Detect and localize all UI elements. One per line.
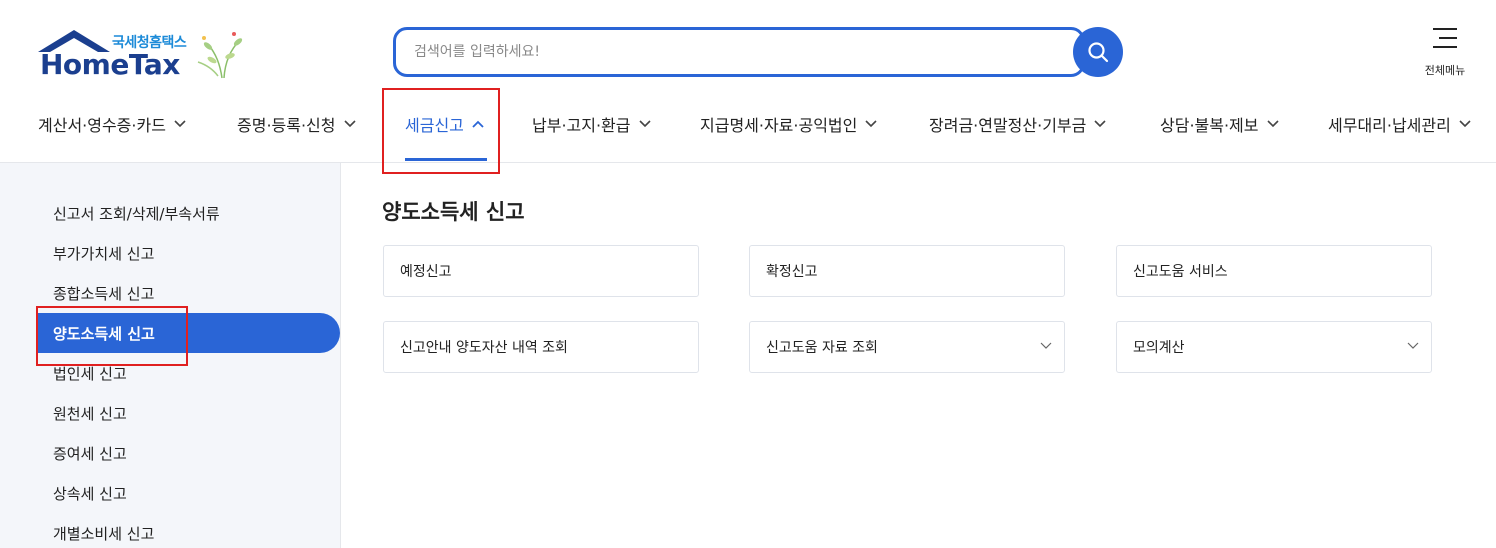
card-preliminary-filing[interactable]: 예정신고 <box>383 245 699 297</box>
sidebar-item-excise-tax[interactable]: 개별소비세 신고 <box>53 523 154 544</box>
chevron-down-icon <box>1040 342 1052 349</box>
chevron-down-icon <box>174 120 186 128</box>
nav-item-payment[interactable]: 납부·고지·환급 <box>532 112 651 136</box>
full-menu-button[interactable]: 전체메뉴 <box>1424 28 1466 80</box>
sidebar-item-income-tax[interactable]: 종합소득세 신고 <box>53 283 154 304</box>
search-box <box>393 27 1085 77</box>
plant-icon <box>197 32 243 79</box>
search-button[interactable] <box>1073 27 1123 77</box>
nav-item-consulting[interactable]: 상담·불복·제보 <box>1160 112 1279 136</box>
search-input[interactable] <box>414 30 1054 74</box>
sidebar-item-withholding-tax[interactable]: 원천세 신고 <box>53 403 127 424</box>
site-header: 국세청홈택스 HomeTax 전체메뉴 계산서·영수증·카드 <box>0 0 1496 163</box>
highlight-box-sidebar <box>36 306 188 366</box>
full-menu-label: 전체메뉴 <box>1424 64 1466 77</box>
search-icon <box>1088 42 1109 63</box>
card-help-data-inquiry[interactable]: 신고도움 자료 조회 <box>749 321 1065 373</box>
nav-item-tax-agent[interactable]: 세무대리·납세관리 <box>1328 112 1471 136</box>
nav-item-certificate[interactable]: 증명·등록·신청 <box>237 112 356 136</box>
nav-item-incentive[interactable]: 장려금·연말정산·기부금 <box>929 112 1106 136</box>
card-asset-inquiry[interactable]: 신고안내 양도자산 내역 조회 <box>383 321 699 373</box>
nav-item-statements[interactable]: 지급명세·자료·공익법인 <box>700 112 877 136</box>
hamburger-icon <box>1433 28 1457 55</box>
chevron-down-icon <box>1407 342 1419 349</box>
card-filing-help-service[interactable]: 신고도움 서비스 <box>1116 245 1432 297</box>
card-mock-calculation[interactable]: 모의계산 <box>1116 321 1432 373</box>
sidebar-item-gift-tax[interactable]: 증여세 신고 <box>53 443 127 464</box>
hometax-logo[interactable]: 국세청홈택스 HomeTax <box>36 26 256 86</box>
chevron-down-icon <box>865 120 877 128</box>
chevron-down-icon <box>1094 120 1106 128</box>
chevron-down-icon <box>343 120 356 128</box>
chevron-down-icon <box>638 120 651 128</box>
page-title: 양도소득세 신고 <box>382 200 525 224</box>
sidebar-item-inheritance-tax[interactable]: 상속세 신고 <box>53 483 127 504</box>
sidebar-item-vat[interactable]: 부가가치세 신고 <box>53 243 154 264</box>
chevron-down-icon <box>1266 120 1279 128</box>
sidebar-item-filing-inquiry[interactable]: 신고서 조회/삭제/부속서류 <box>53 203 220 224</box>
sidebar-item-corporate-tax[interactable]: 법인세 신고 <box>53 363 127 384</box>
nav-item-invoice[interactable]: 계산서·영수증·카드 <box>38 112 186 136</box>
card-final-filing[interactable]: 확정신고 <box>749 245 1065 297</box>
chevron-down-icon <box>1459 120 1471 128</box>
main-nav: 계산서·영수증·카드 증명·등록·신청 세금신고 납부·고지·환급 지급명세·자… <box>0 96 1496 162</box>
logo-title: HomeTax <box>40 48 180 81</box>
highlight-box-nav <box>382 88 500 174</box>
